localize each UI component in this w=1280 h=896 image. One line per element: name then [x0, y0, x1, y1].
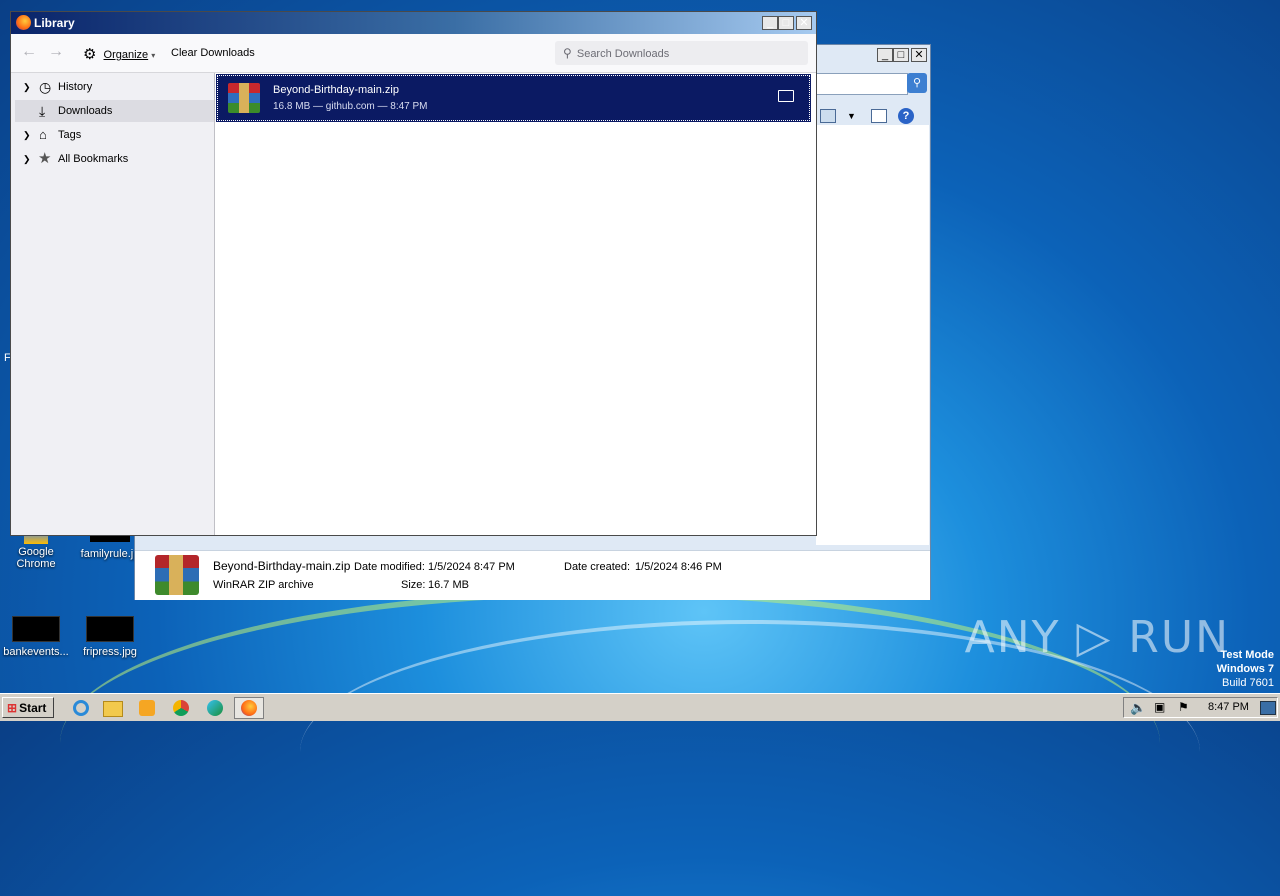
chevron-down-icon: ▾	[151, 51, 156, 60]
system-tray: 🔈 ▣ ⚑ 8:47 PM	[1123, 697, 1278, 718]
network-icon[interactable]: ▣	[1154, 700, 1165, 714]
minimize-button[interactable]: _	[762, 16, 778, 30]
maximize-button[interactable]: □	[778, 16, 794, 30]
details-pane: Beyond-Birthday-main.zip WinRAR ZIP arch…	[135, 550, 930, 600]
tag-icon: ⌂	[39, 127, 47, 142]
size-label: Size:	[401, 579, 426, 591]
organize-label: Organize	[103, 49, 149, 61]
window-title: Library	[34, 16, 75, 30]
sidebar-item-label: Tags	[58, 129, 82, 141]
winrar-archive-icon	[155, 555, 199, 595]
search-placeholder: Search Downloads	[576, 48, 670, 60]
desktop-icon-label: fripress.jpg	[83, 646, 137, 658]
library-toolbar: ← → ⚙ Organize ▾ Clear Downloads ⚲ Searc…	[11, 34, 816, 73]
minimize-button[interactable]: _	[877, 48, 893, 62]
sidebar-item-label: All Bookmarks	[58, 153, 129, 165]
search-icon[interactable]: ⚲	[907, 73, 927, 93]
view-icon[interactable]	[820, 109, 836, 123]
desktop-icon-label: familyrule.jp	[80, 548, 140, 560]
chevron-right-icon[interactable]: ❯	[23, 76, 31, 98]
taskbar: ⊞ Start 🔈 ▣ ⚑ 8:47 PM	[0, 693, 1280, 721]
maximize-button[interactable]: □	[893, 48, 909, 62]
preview-pane-icon[interactable]	[871, 109, 887, 123]
image-thumb-icon	[86, 616, 134, 642]
start-label: Start	[19, 701, 47, 715]
back-arrow-icon[interactable]: ←	[21, 43, 37, 61]
search-downloads-input[interactable]: ⚲ Search Downloads	[555, 41, 808, 65]
desktop-icon-bankevents[interactable]: bankevents...	[0, 616, 72, 658]
show-desktop-icon[interactable]	[1260, 701, 1276, 715]
gear-icon: ⚙	[83, 46, 97, 63]
star-icon: ★	[38, 150, 52, 167]
windows-logo-icon: ⊞	[7, 701, 18, 715]
taskbar-firefox-button[interactable]	[234, 697, 264, 719]
desktop-icon-label: Google Chrome	[16, 546, 56, 570]
download-file-name: Beyond-Birthday-main.zip	[273, 84, 399, 96]
date-created-value: 1/5/2024 8:46 PM	[635, 561, 722, 573]
sidebar-item-history[interactable]: ❯ ◷ History	[15, 76, 214, 98]
open-folder-icon[interactable]	[778, 90, 794, 102]
details-file-type: WinRAR ZIP archive	[213, 579, 314, 591]
action-center-flag-icon[interactable]: ⚑	[1178, 700, 1189, 714]
folder-icon	[103, 701, 123, 717]
download-item[interactable]: Beyond-Birthday-main.zip 16.8 MB — githu…	[216, 74, 811, 122]
chevron-down-icon[interactable]: ▼	[847, 111, 856, 121]
desktop-icon-chrome[interactable]: Google Chrome	[0, 530, 72, 570]
forward-arrow-icon[interactable]: →	[48, 43, 64, 61]
date-modified-label: Date modified:	[354, 561, 425, 573]
date-modified-value: 1/5/2024 8:47 PM	[428, 561, 515, 573]
edge-icon	[207, 700, 223, 716]
start-button[interactable]: ⊞ Start	[2, 697, 54, 718]
test-mode-line: Test Mode	[1220, 649, 1274, 661]
taskbar-ie-button[interactable]	[66, 697, 96, 719]
title-bar[interactable]: Library _ □ ✕	[11, 12, 816, 34]
taskbar-media-button[interactable]	[132, 697, 162, 719]
volume-icon[interactable]: 🔈	[1130, 700, 1146, 716]
sidebar-item-label: History	[58, 81, 93, 93]
explorer-content	[816, 125, 929, 545]
library-window[interactable]: Library _ □ ✕ ← → ⚙ Organize ▾ Clear Dow…	[10, 11, 817, 536]
clock[interactable]: 8:47 PM	[1208, 701, 1249, 713]
clock-icon: ◷	[39, 79, 52, 95]
download-icon: ⤓	[39, 103, 46, 119]
explorer-search-input[interactable]	[816, 73, 908, 95]
desktop-icon-fripress[interactable]: fripress.jpg	[74, 616, 146, 658]
taskbar-chrome-button[interactable]	[166, 697, 196, 719]
close-button[interactable]: ✕	[796, 16, 812, 30]
sidebar-item-downloads[interactable]: ⤓ Downloads	[15, 100, 214, 122]
anyrun-watermark: ANY ▷ RUN	[964, 612, 1230, 663]
sidebar-item-tags[interactable]: ❯ ⌂ Tags	[15, 124, 214, 146]
sidebar-item-label: Downloads	[58, 105, 113, 117]
winrar-archive-icon	[228, 83, 260, 113]
file-thumb-icon	[12, 616, 60, 642]
chrome-icon	[173, 700, 189, 716]
taskbar-explorer-button[interactable]	[98, 697, 128, 719]
build-line: Build 7601	[1222, 677, 1274, 689]
sidebar-item-all-bookmarks[interactable]: ❯ ★ All Bookmarks	[15, 148, 214, 170]
firefox-icon	[16, 15, 31, 30]
desktop-icon-label: bankevents...	[3, 646, 69, 658]
taskbar-edge-button[interactable]	[200, 697, 230, 719]
chevron-right-icon[interactable]: ❯	[23, 148, 31, 170]
size-value: 16.7 MB	[428, 579, 469, 591]
os-version-line: Windows 7	[1216, 663, 1274, 675]
media-player-icon	[139, 700, 155, 716]
date-created-label: Date created:	[564, 561, 631, 573]
details-file-name: Beyond-Birthday-main.zip	[213, 559, 351, 573]
internet-explorer-icon	[73, 700, 89, 716]
firefox-icon	[241, 700, 257, 716]
library-sidebar: ❯ ◷ History ⤓ Downloads ❯ ⌂ Tags ❯ ★ All…	[11, 73, 215, 535]
organize-button[interactable]: ⚙ Organize ▾	[83, 44, 156, 63]
close-button[interactable]: ✕	[911, 48, 927, 62]
clear-downloads-button[interactable]: Clear Downloads	[171, 47, 255, 59]
chevron-right-icon[interactable]: ❯	[23, 124, 31, 146]
help-icon[interactable]: ?	[898, 108, 914, 124]
download-details: 16.8 MB — github.com — 8:47 PM	[273, 101, 428, 112]
search-icon: ⚲	[563, 46, 572, 60]
test-mode-notice: Test Mode Windows 7 Build 7601	[1217, 648, 1274, 690]
